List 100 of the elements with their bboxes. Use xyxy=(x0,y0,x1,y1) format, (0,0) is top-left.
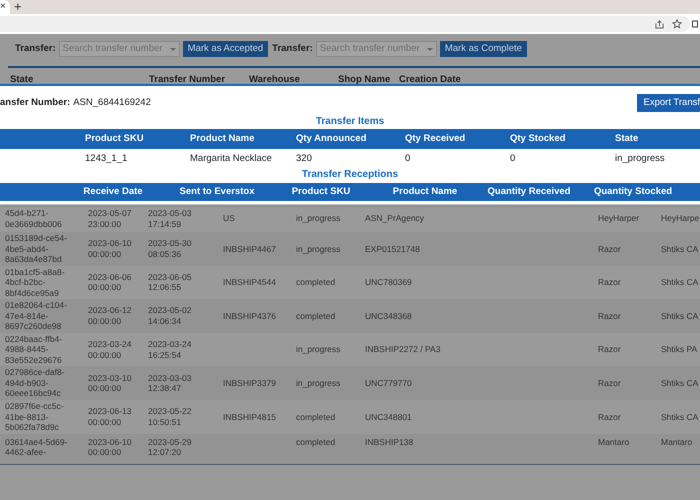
table-cell-text: Razor xyxy=(598,277,622,288)
mark-button[interactable]: Mark as Complete xyxy=(440,41,527,57)
table-cell-text: INBSHIP138 xyxy=(365,436,414,448)
section-title: Transfer Receptions xyxy=(300,169,400,181)
transfer-number-label: ansfer Number: xyxy=(0,96,70,110)
column-header: Receive Date xyxy=(82,184,144,199)
table-cell-text: completed xyxy=(296,277,336,288)
column-header: Creation Date xyxy=(399,74,461,85)
table-cell-text: 2023-03-24 16:25:54 xyxy=(148,339,192,360)
table-cell: HeyHarpe xyxy=(661,213,700,224)
table-cell-text: 2023-05-03 17:14:59 xyxy=(148,208,192,229)
table-cell-text: UNC779770 xyxy=(365,378,413,388)
extension-icon[interactable] xyxy=(692,19,698,29)
table-cell-text: Razor xyxy=(598,344,622,355)
table-cell-text: 01e82064-c104-47e4-814e-8697c260de98 xyxy=(5,300,68,332)
table-cell-text: INBSHIP2272 / PA3 xyxy=(365,344,442,355)
mark-button[interactable]: Mark as Accepted xyxy=(182,41,268,57)
table-cell-text: Shtiks PA xyxy=(661,344,698,355)
share-icon[interactable] xyxy=(655,20,664,28)
browser-tab[interactable]: × xyxy=(0,0,10,14)
table-cell-text: 0224baac-ffb4-4988-8445-83e552e29676 xyxy=(5,334,64,366)
table-cell-text: 2023-06-06 00:00:00 xyxy=(88,272,132,293)
table-cell-text: in_progress xyxy=(296,244,342,254)
column-header: State xyxy=(10,74,34,85)
table-cell-text: Razor xyxy=(598,378,622,388)
table-cell-text: 2023-06-05 12:06:55 xyxy=(148,272,192,293)
table-cell-text: 2023-05-22 10:50:51 xyxy=(148,406,192,428)
dropdown-caret-icon xyxy=(170,48,176,50)
column-header: Sent to Everstox xyxy=(178,184,256,199)
table-cell-text: completed xyxy=(296,412,336,422)
table-cell-text: in_progress xyxy=(615,152,666,166)
column-header: Transfer Number xyxy=(149,74,226,85)
table-cell-text: 2023-03-24 00:00:00 xyxy=(88,339,132,360)
column-header: Product SKU xyxy=(290,184,352,199)
column-header: Warehouse xyxy=(249,74,300,85)
table-cell-text: completed xyxy=(296,310,336,322)
table-cell-text: 02897f6e-cc5c-41be-8813-5b062fa78d9c xyxy=(5,401,65,433)
table-cell-text: 0153189d-ce54-4be5-abd4-8a63da4e87bd xyxy=(5,233,68,265)
transfer-label: Transfer: xyxy=(272,42,313,56)
column-header: Shop Name xyxy=(338,74,390,85)
table-cell-text: 320 xyxy=(296,152,313,166)
export-button[interactable]: Export Transf xyxy=(636,94,700,112)
table-cell-text: INBSHIP4376 xyxy=(223,310,277,322)
column-header: Qty Received xyxy=(405,132,466,146)
table-cell-text: INBSHIP4467 xyxy=(223,244,277,254)
dropdown-caret-icon xyxy=(426,48,433,50)
transfer-label: Transfer: xyxy=(15,42,56,56)
table-cell-text: in_progress xyxy=(296,344,342,355)
table-cell-text: completed xyxy=(296,436,336,448)
table-cell-text: 45d4-b271-0e3669dbb006 xyxy=(5,208,63,229)
column-header: Quantity Stocked xyxy=(592,184,674,199)
table-cell-text: UNC348801 xyxy=(365,412,413,422)
table-cell-text: Razor xyxy=(598,412,622,422)
table-cell-text: Shtiks CA xyxy=(661,378,700,388)
transfer-number: ASN_6844169242 xyxy=(73,96,151,110)
table-cell-text: 2023-03-03 12:38:47 xyxy=(148,372,192,394)
table-cell-text: Mantaro xyxy=(661,436,694,448)
column-header: State xyxy=(615,132,640,146)
table-cell-text: 1243_1_1 xyxy=(85,152,128,166)
close-tab-icon[interactable]: × xyxy=(0,2,6,12)
table-cell-text: EXP01521748 xyxy=(365,244,421,254)
table-cell-text: Mantaro xyxy=(598,436,630,448)
table-cell-text: 03614ae4-5d69-4462-afee- xyxy=(5,436,68,458)
table-cell-text: 2023-05-07 23:00:00 xyxy=(88,208,132,229)
table-cell-text: INBSHIP4815 xyxy=(223,412,277,422)
table-cell-text: UNC780369 xyxy=(365,277,413,288)
table-cell-text: 2023-06-13 00:00:00 xyxy=(88,406,132,428)
table-cell-text: Razor xyxy=(598,310,622,322)
table-cell-text: in_progress xyxy=(296,213,342,224)
section-title: Transfer Items xyxy=(314,115,386,129)
table-cell-text: 2023-06-10 00:00:00 xyxy=(88,436,132,458)
table-cell-text: Margarita Necklace xyxy=(190,152,273,166)
column-header: Product Name xyxy=(392,184,458,199)
table-cell-text: US xyxy=(223,213,236,224)
column-header: Product Name xyxy=(190,132,256,146)
table-cell-text: Shtiks CA xyxy=(661,244,700,254)
table-cell-text: 2023-05-30 08:05:36 xyxy=(148,238,192,260)
column-header: Qty Stocked xyxy=(510,132,566,146)
table-cell-text: HeyHarper xyxy=(598,213,640,224)
table-cell-text: Razor xyxy=(598,244,622,254)
table-cell-text: 2023-05-29 12:07:20 xyxy=(148,436,192,458)
table-cell-text: 2023-03-10 00:00:00 xyxy=(88,372,132,394)
table-cell-text: INBSHIP4544 xyxy=(223,277,277,288)
column-header: Qty Announced xyxy=(296,132,368,146)
table-cell-text: UNC348368 xyxy=(365,310,413,322)
table-cell-text: INBSHIP3379 xyxy=(223,378,277,388)
table-cell-text: 0 xyxy=(405,152,412,166)
star-icon[interactable] xyxy=(672,19,682,29)
column-header: Quantity Received xyxy=(486,184,572,199)
table-cell-text: Shtiks CA xyxy=(661,277,700,288)
table-cell-text: 0 xyxy=(510,152,516,166)
table-cell-text: 01ba1cf5-a8a8-4bcf-b2bc-8bf4d6ce95a9 xyxy=(5,266,66,298)
table-cell-text: Shtiks CA xyxy=(661,412,700,422)
table-cell-text: in_progress xyxy=(296,378,342,388)
table-cell-text: 2023-06-12 00:00:00 xyxy=(88,305,132,326)
table-cell-text: 027986ce-daf8-494d-b903-60eee16bc94c xyxy=(5,367,66,399)
table-cell-text: Shtiks CA xyxy=(661,310,700,322)
table-cell-text: ASN_PrAgency xyxy=(365,213,426,224)
new-tab-button[interactable]: + xyxy=(14,0,22,13)
column-header: Product SKU xyxy=(85,132,145,146)
